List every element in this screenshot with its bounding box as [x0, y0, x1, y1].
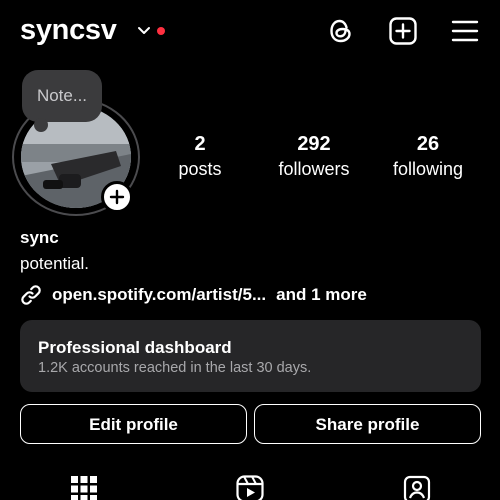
- followers-value: 292: [297, 133, 331, 155]
- note-bubble-tail: [34, 118, 48, 132]
- posts-value: 2: [194, 133, 206, 155]
- following-label: following: [392, 159, 464, 179]
- notification-dot: [157, 27, 165, 35]
- dashboard-title: Professional dashboard: [38, 338, 232, 357]
- posts-count[interactable]: 2 posts: [145, 132, 255, 181]
- share-profile-button[interactable]: Share profile: [254, 404, 481, 444]
- create-plus-icon[interactable]: [388, 16, 418, 46]
- profile-link[interactable]: open.spotify.com/artist/5...: [52, 285, 266, 305]
- note-bubble[interactable]: Note...: [22, 70, 102, 122]
- menu-icon[interactable]: [450, 16, 480, 46]
- profile-links[interactable]: open.spotify.com/artist/5... and 1 more: [20, 283, 367, 307]
- reels-icon[interactable]: [235, 474, 265, 500]
- professional-dashboard[interactable]: Professional dashboard 1.2K accounts rea…: [20, 320, 481, 392]
- threads-icon[interactable]: [326, 16, 356, 46]
- username-switcher[interactable]: syncsv: [20, 14, 117, 47]
- more-links[interactable]: and 1 more: [276, 285, 367, 305]
- chevron-down-icon[interactable]: [137, 24, 151, 38]
- followers-label: followers: [278, 159, 350, 179]
- grid-icon[interactable]: [69, 474, 99, 500]
- tagged-icon[interactable]: [402, 474, 432, 500]
- note-placeholder: Note...: [36, 86, 88, 105]
- edit-profile-button[interactable]: Edit profile: [20, 404, 247, 444]
- posts-label: posts: [178, 159, 222, 179]
- dashboard-subtitle: 1.2K accounts reached in the last 30 day…: [38, 360, 312, 376]
- followers-count[interactable]: 292 followers: [259, 132, 369, 181]
- add-story-button[interactable]: [101, 181, 133, 213]
- plus-icon: [109, 189, 125, 205]
- bio-text: potential.: [20, 254, 89, 273]
- link-icon: [21, 285, 41, 305]
- display-name: sync: [20, 228, 59, 247]
- following-count[interactable]: 26 following: [373, 132, 483, 181]
- profile-header: syncsv: [0, 0, 500, 66]
- following-value: 26: [416, 133, 440, 155]
